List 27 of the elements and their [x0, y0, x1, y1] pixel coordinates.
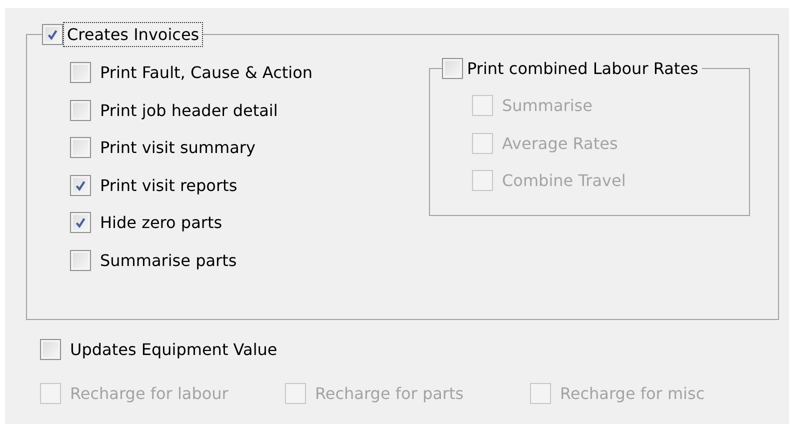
checkbox-label: Print visit reports: [100, 176, 238, 195]
checkbox-label: Recharge for labour: [70, 384, 228, 402]
checkbox[interactable]: [42, 24, 63, 45]
check-icon: [74, 178, 87, 192]
checkbox[interactable]: [70, 137, 91, 158]
checkbox-label: Summarise parts: [100, 250, 237, 270]
checkbox-label: Print Fault, Cause & Action: [100, 63, 313, 82]
checkbox[interactable]: [442, 58, 463, 79]
checkbox-label: Creates Invoices: [63, 22, 204, 47]
checkbox-label: Print job header detail: [100, 100, 278, 120]
check-icon: [74, 216, 87, 230]
checkbox[interactable]: [70, 250, 91, 271]
checkbox[interactable]: [70, 174, 91, 196]
checkbox[interactable]: [40, 338, 61, 360]
checkbox[interactable]: [70, 100, 91, 121]
checkbox-label: Updates Equipment Value: [70, 340, 278, 358]
checkbox-label: Print combined Labour Rates: [466, 58, 700, 80]
checkbox[interactable]: [70, 212, 91, 234]
checkbox-label: Print visit summary: [100, 138, 256, 158]
checkbox-label: Recharge for parts: [315, 384, 464, 402]
checkbox-label: Summarise: [502, 96, 592, 116]
checkbox-label: Recharge for misc: [560, 384, 705, 402]
checkbox-label: Hide zero parts: [100, 213, 222, 232]
checkbox-label: Average Rates: [502, 134, 618, 153]
checkbox[interactable]: [70, 62, 91, 84]
checkbox-label: Combine Travel: [502, 171, 626, 190]
check-icon: [46, 28, 59, 41]
